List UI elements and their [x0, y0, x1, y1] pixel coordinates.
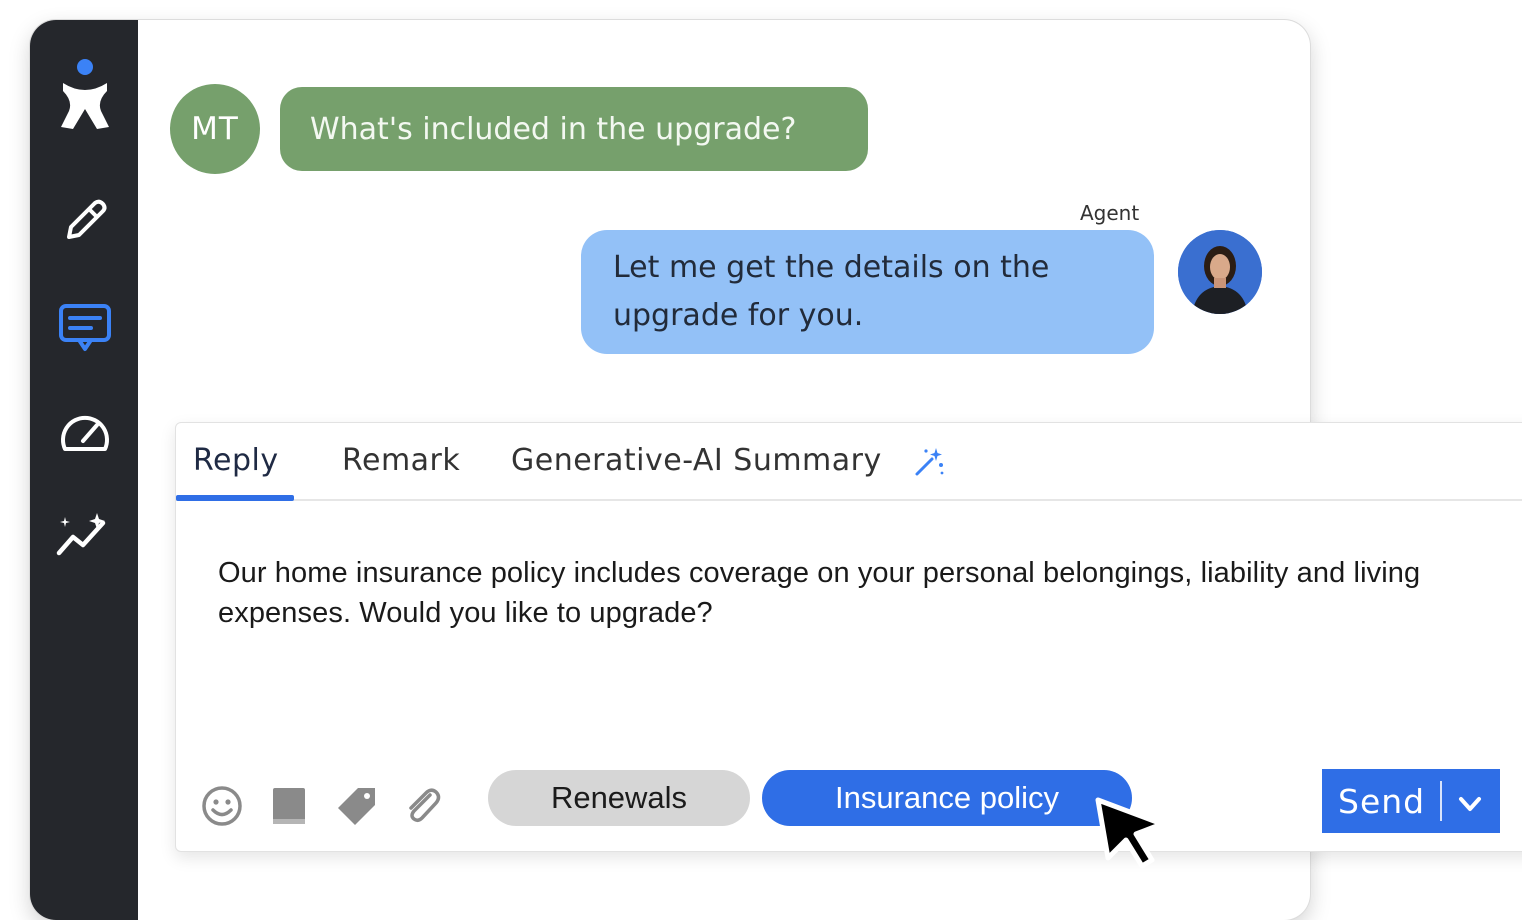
- speedometer-icon[interactable]: [54, 402, 116, 464]
- chip-renewals[interactable]: Renewals: [488, 770, 750, 826]
- tab-reply[interactable]: Reply: [193, 443, 279, 478]
- customer-message-text: What's included in the upgrade?: [310, 111, 797, 147]
- paperclip-icon[interactable]: [402, 785, 444, 831]
- send-label: Send: [1338, 781, 1426, 821]
- emoji-icon[interactable]: [201, 785, 243, 831]
- tag-icon[interactable]: [336, 785, 378, 831]
- brand-logo-icon[interactable]: [54, 59, 116, 129]
- agent-message-text: Let me get the details on the upgrade fo…: [613, 250, 1050, 333]
- chip-insurance-policy[interactable]: Insurance policy: [762, 770, 1132, 826]
- active-tab-indicator: [176, 495, 294, 501]
- sparkle-trend-icon[interactable]: [54, 504, 116, 566]
- send-divider: [1440, 781, 1442, 821]
- book-icon[interactable]: [269, 785, 309, 831]
- agent-label: Agent: [1080, 201, 1140, 225]
- customer-message-bubble: What's included in the upgrade?: [280, 87, 868, 171]
- agent-message-bubble: Let me get the details on the upgrade fo…: [581, 230, 1154, 354]
- chevron-down-icon[interactable]: [1456, 787, 1484, 826]
- pencil-icon[interactable]: [54, 190, 116, 252]
- reply-message-input[interactable]: Our home insurance policy includes cover…: [218, 553, 1448, 633]
- chat-icon[interactable]: [54, 297, 116, 359]
- agent-avatar: [1178, 230, 1262, 314]
- send-button[interactable]: Send: [1322, 769, 1500, 833]
- mouse-cursor-icon: [1092, 794, 1172, 878]
- magic-wand-icon: [912, 445, 946, 483]
- reply-composer: Reply Remark Generative-AI Summary Our h…: [175, 422, 1522, 852]
- customer-initials: MT: [191, 111, 239, 147]
- sidebar: [30, 20, 138, 920]
- composer-tabs: Reply Remark Generative-AI Summary: [176, 423, 1522, 501]
- tab-remark[interactable]: Remark: [342, 443, 460, 478]
- customer-avatar: MT: [170, 84, 260, 174]
- tab-generative-ai-summary[interactable]: Generative-AI Summary: [511, 443, 882, 478]
